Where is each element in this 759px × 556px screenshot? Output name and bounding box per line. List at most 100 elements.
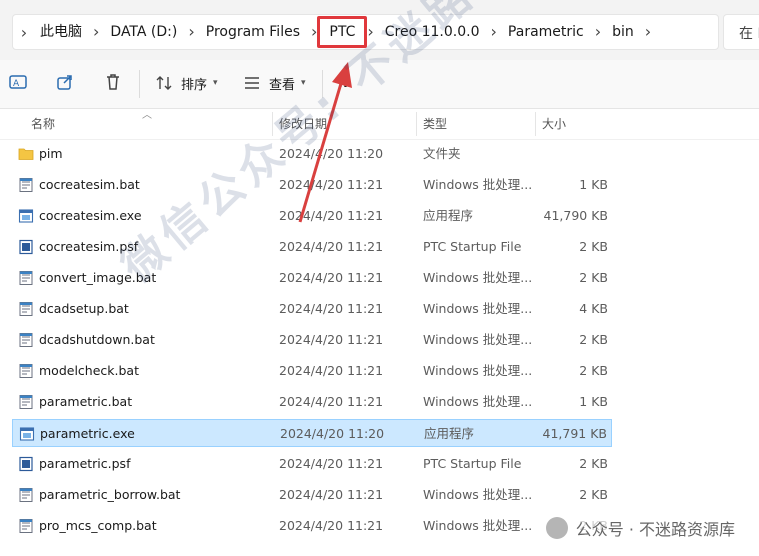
file-size: 2 KB <box>579 239 608 254</box>
psf-file-icon <box>18 456 34 472</box>
file-name: cocreatesim.bat <box>39 177 140 192</box>
file-row[interactable]: convert_image.bat 2024/4/20 11:21 Windows … <box>12 264 612 292</box>
file-size: 2 KB <box>579 270 608 285</box>
file-row[interactable]: dcadshutdown.bat 2024/4/20 11:21 Windows 批… <box>12 326 612 354</box>
file-date: 2024/4/20 11:21 <box>279 208 384 223</box>
file-row[interactable]: modelcheck.bat 2024/4/20 11:21 Windows 批处理… <box>12 357 612 385</box>
chevron-right-icon[interactable]: › <box>91 15 101 49</box>
sort-icon <box>156 76 172 90</box>
bat-file-icon <box>18 487 34 503</box>
file-size: 2 KB <box>579 363 608 378</box>
file-date: 2024/4/20 11:21 <box>279 270 384 285</box>
toolbar-divider <box>139 70 140 98</box>
file-date: 2024/4/20 11:20 <box>280 426 385 441</box>
file-row[interactable]: cocreatesim.psf 2024/4/20 11:21 PTC Startu… <box>12 233 612 261</box>
chevron-right-icon[interactable]: › <box>13 23 31 42</box>
bat-file-icon <box>18 518 34 534</box>
file-row[interactable]: pro_mcs_comp.bat 2024/4/20 11:21 Windows 批… <box>12 512 612 540</box>
file-row[interactable]: parametric.psf 2024/4/20 11:21 PTC Startup… <box>12 450 612 478</box>
sort-ascending-icon: ︿ <box>142 110 152 121</box>
file-type: PTC Startup File <box>423 456 522 471</box>
file-name: pim <box>39 146 63 161</box>
file-date: 2024/4/20 11:21 <box>279 394 384 409</box>
sort-button[interactable]: 排序 ▾ <box>155 72 218 94</box>
file-type: Windows 批处理... <box>423 332 533 347</box>
search-placeholder: 在 I <box>739 26 759 42</box>
file-name: parametric.psf <box>39 456 131 471</box>
file-type: Windows 批处理... <box>423 487 533 502</box>
column-header-size[interactable]: 大小 <box>542 109 566 139</box>
bat-file-icon <box>18 363 34 379</box>
bat-file-icon <box>18 301 34 317</box>
delete-icon[interactable] <box>103 72 125 94</box>
column-divider[interactable] <box>416 112 417 136</box>
file-name: parametric.bat <box>39 394 133 409</box>
wechat-logo-icon <box>545 517 568 539</box>
file-name: dcadsetup.bat <box>39 301 129 316</box>
bat-file-icon <box>18 270 34 286</box>
breadcrumb-this-pc[interactable]: 此电脑 <box>31 15 91 49</box>
file-date: 2024/4/20 11:21 <box>279 518 384 533</box>
file-date: 2024/4/20 11:21 <box>279 239 384 254</box>
file-type: Windows 批处理... <box>423 518 533 533</box>
file-name: modelcheck.bat <box>39 363 139 378</box>
file-type: Windows 批处理... <box>423 394 533 409</box>
watermark-footer: 公众号 · 不迷路资源库 <box>545 516 735 540</box>
file-row[interactable]: dcadsetup.bat 2024/4/20 11:21 Windows 批处理.… <box>12 295 612 323</box>
file-type: 应用程序 <box>424 426 475 441</box>
exe-file-icon <box>19 426 35 442</box>
file-name: parametric.exe <box>40 426 135 441</box>
file-name: pro_mcs_comp.bat <box>39 518 157 533</box>
rename-icon[interactable]: A <box>8 72 30 94</box>
chevron-right-icon[interactable]: › <box>186 15 196 49</box>
breadcrumb-data-drive[interactable]: DATA (D:) <box>101 15 186 49</box>
column-header-type[interactable]: 类型 <box>423 109 447 139</box>
file-type: 应用程序 <box>423 208 474 223</box>
chevron-right-icon[interactable]: › <box>593 15 603 49</box>
exe-file-icon <box>18 208 34 224</box>
file-name: dcadshutdown.bat <box>39 332 155 347</box>
file-type: 文件夹 <box>423 146 461 161</box>
column-divider[interactable] <box>535 112 536 136</box>
file-row[interactable]: cocreatesim.exe 2024/4/20 11:21 应用程序 41,790… <box>12 202 612 230</box>
folder-icon <box>18 146 34 162</box>
chevron-down-icon: ▾ <box>213 78 218 88</box>
column-header-row: ︿ 名称 修改日期 类型 大小 <box>0 109 759 140</box>
file-size: 2 KB <box>579 456 608 471</box>
file-size: 1 KB <box>579 177 608 192</box>
file-size: 2 KB <box>579 332 608 347</box>
bat-file-icon <box>18 394 34 410</box>
file-row[interactable]: parametric.exe 2024/4/20 11:20 应用程序 41,791 … <box>12 419 612 447</box>
bat-file-icon <box>18 177 34 193</box>
file-name: parametric_borrow.bat <box>39 487 181 502</box>
file-size: 41,791 KB <box>542 426 607 441</box>
file-date: 2024/4/20 11:21 <box>279 177 384 192</box>
file-row[interactable]: parametric_borrow.bat 2024/4/20 11:21 Wind… <box>12 481 612 509</box>
file-date: 2024/4/20 11:21 <box>279 487 384 502</box>
bat-file-icon <box>18 332 34 348</box>
file-type: PTC Startup File <box>423 239 522 254</box>
search-input[interactable]: 在 I <box>723 14 759 50</box>
file-row[interactable]: cocreatesim.bat 2024/4/20 11:21 Windows 批处… <box>12 171 612 199</box>
psf-file-icon <box>18 239 34 255</box>
file-type: Windows 批处理... <box>423 270 533 285</box>
watermark-footer-text: 公众号 · 不迷路资源库 <box>575 520 735 539</box>
file-size: 41,790 KB <box>543 208 608 223</box>
file-row[interactable]: parametric.bat 2024/4/20 11:21 Windows 批处理… <box>12 388 612 416</box>
file-date: 2024/4/20 11:21 <box>279 363 384 378</box>
file-size: 4 KB <box>579 301 608 316</box>
sort-label: 排序 <box>181 77 208 93</box>
file-type: Windows 批处理... <box>423 363 533 378</box>
chevron-right-icon[interactable]: › <box>643 15 653 49</box>
file-date: 2024/4/20 11:21 <box>279 332 384 347</box>
svg-text:A: A <box>13 79 20 89</box>
breadcrumb-parametric[interactable]: Parametric <box>499 15 593 49</box>
breadcrumb-bin[interactable]: bin <box>603 15 643 49</box>
view-icon <box>245 77 259 89</box>
chevron-right-icon[interactable]: › <box>489 15 499 49</box>
file-date: 2024/4/20 11:21 <box>279 456 384 471</box>
file-type: Windows 批处理... <box>423 177 533 192</box>
share-icon[interactable] <box>55 72 77 94</box>
breadcrumb-program-files[interactable]: Program Files <box>197 15 309 49</box>
column-header-name[interactable]: 名称 <box>31 109 55 139</box>
